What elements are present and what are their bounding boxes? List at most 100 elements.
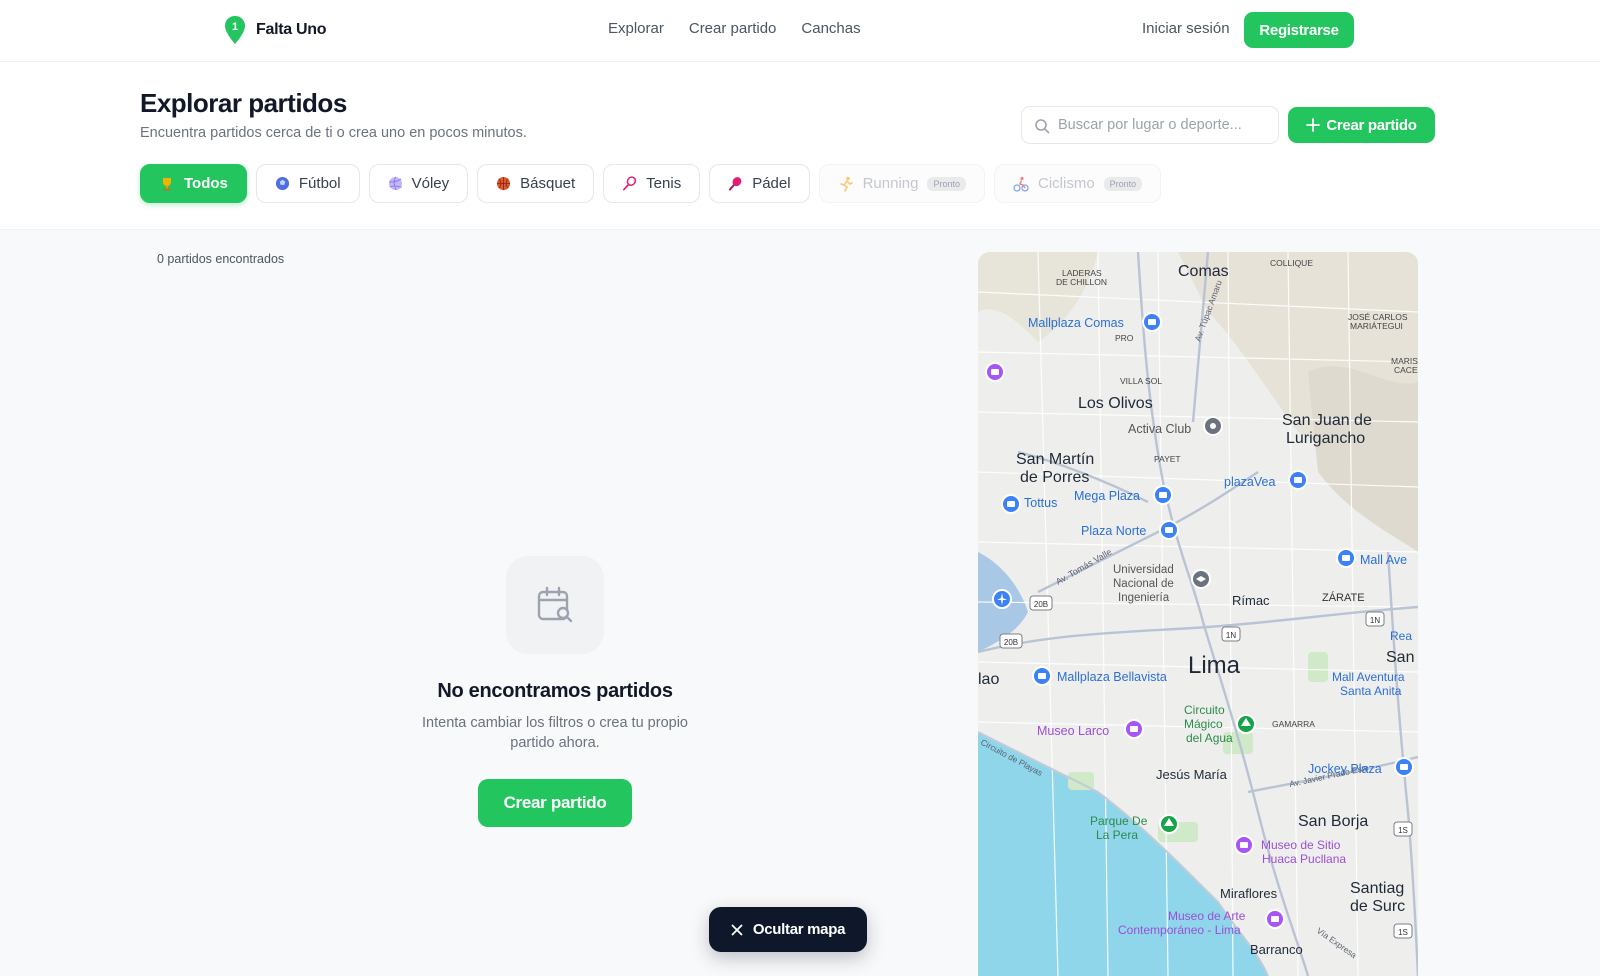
shopping-marker-icon [1142, 312, 1162, 332]
empty-title: No encontramos partidos [437, 680, 673, 702]
login-link[interactable]: Iniciar sesión [1142, 20, 1230, 37]
filter-label: Fútbol [298, 175, 341, 192]
map-poi-label: plazaVea [1224, 475, 1275, 489]
map-place-label: ZÁRATE [1322, 591, 1365, 604]
volleyball-icon [388, 176, 402, 191]
create-match-label: Crear partido [1326, 116, 1417, 134]
top-navbar: 1 Falta Uno Explorar Crear partido Canch… [0, 0, 1600, 62]
runner-icon [839, 176, 853, 192]
map-place-label: Santiag [1350, 880, 1404, 897]
nav-link-explorar[interactable]: Explorar [608, 20, 664, 37]
register-button[interactable]: Registrarse [1244, 12, 1354, 48]
route-shield-1s: 1S [1398, 826, 1408, 835]
map-place-label: Comas [1178, 263, 1229, 280]
park-marker-icon [1159, 814, 1179, 834]
map-poi-label: Mallplaza Bellavista [1057, 670, 1167, 684]
map-place-label: PAYET [1154, 454, 1181, 464]
filter-label: Running [862, 175, 919, 192]
airport-marker-icon [992, 589, 1012, 609]
create-match-button-header[interactable]: Crear partido [1288, 107, 1435, 143]
map-poi-label: Mall Ave [1360, 553, 1407, 567]
tennis-racket-icon [623, 176, 637, 191]
map-poi-label: Plaza Norte [1081, 524, 1146, 538]
padel-icon [729, 177, 742, 191]
plus-icon [1306, 118, 1321, 132]
results-count: 0 partidos encontrados [157, 252, 285, 266]
matches-map[interactable]: 20B 20B 1N 1N 1S 1S Av. Tomás Valle Av. … [978, 252, 1418, 976]
map-place-label: Museo de Arte [1168, 909, 1246, 923]
map-poi-label: Jockey Plaza [1308, 762, 1382, 776]
map-place-label: Mall Aventura [1332, 670, 1405, 684]
search-box [1021, 106, 1279, 144]
museum-marker-icon [1234, 835, 1254, 855]
filter-chip-todos[interactable]: Todos [140, 164, 247, 203]
map-place-label: Rímac [1232, 593, 1270, 608]
filter-label: Pádel [752, 175, 791, 192]
map-place-label: VILLA SOL [1120, 376, 1162, 386]
map-place-label: Miraflores [1220, 886, 1278, 901]
search-icon [1035, 119, 1050, 134]
map-place-label: PRO [1115, 333, 1134, 343]
map-place-label: San [1386, 649, 1414, 666]
park-marker-icon [1236, 714, 1256, 734]
map-place-label: DE CHILLON [1056, 277, 1107, 287]
filter-label: Todos [184, 175, 228, 192]
filter-chip-futbol[interactable]: Fútbol [255, 164, 360, 203]
brand-name: Falta Uno [256, 21, 327, 38]
filter-chip-ciclismo: Ciclismo Pronto [994, 164, 1162, 203]
map-poi-label: Mallplaza Comas [1028, 316, 1124, 330]
filter-chip-voley[interactable]: Vóley [368, 164, 469, 203]
hide-map-label: Ocultar mapa [752, 921, 846, 938]
filter-chip-padel[interactable]: Pádel [709, 164, 810, 203]
map-place-label: Rea [1390, 629, 1412, 643]
shopping-marker-icon [1336, 548, 1356, 568]
shopping-marker-icon [1394, 757, 1414, 777]
filter-chip-tenis[interactable]: Tenis [603, 164, 701, 203]
map-place-label: Parque De [1090, 814, 1148, 828]
page-subtitle: Encuentra partidos cerca de ti o crea un… [140, 125, 527, 141]
shopping-cart-marker-icon [1288, 470, 1308, 490]
university-marker-icon [1191, 569, 1211, 589]
page-header: Explorar partidos Encuentra partidos cer… [0, 62, 1600, 230]
hide-map-button[interactable]: Ocultar mapa [709, 907, 867, 952]
brand-logo[interactable]: 1 Falta Uno [224, 15, 327, 45]
gym-marker-icon [1203, 416, 1223, 436]
route-shield-20b: 20B [1034, 600, 1048, 609]
map-place-label: San Juan de [1282, 412, 1372, 429]
nav-link-canchas[interactable]: Canchas [801, 20, 860, 37]
soccer-ball-icon [275, 176, 289, 191]
map-place-label: Circuito [1184, 703, 1225, 717]
shopping-marker-icon [1032, 666, 1052, 686]
search-input[interactable] [1058, 107, 1268, 143]
basketball-icon [497, 176, 511, 191]
route-shield-1s-b: 1S [1398, 928, 1408, 937]
map-poi-label: Tottus [1024, 496, 1057, 510]
landmark-marker-icon [985, 362, 1005, 382]
map-place-label: La Pera [1096, 828, 1138, 842]
map-place-label: Lurigancho [1286, 430, 1365, 447]
filter-label: Tenis [646, 175, 682, 192]
map-place-label: GAMARRA [1272, 719, 1315, 729]
map-canvas[interactable]: 20B 20B 1N 1N 1S 1S Av. Tomás Valle Av. … [978, 252, 1418, 976]
page-title: Explorar partidos [140, 88, 347, 118]
empty-state: No encontramos partidos Intenta cambiar … [395, 556, 715, 827]
museum-marker-icon [1124, 719, 1144, 739]
filter-label: Básquet [520, 175, 576, 192]
main-nav: Explorar Crear partido Canchas [608, 20, 861, 37]
map-place-label: Santa Anita [1340, 684, 1402, 698]
map-place-label: Los Olivos [1078, 395, 1153, 412]
map-place-label: MARIÁTEGUI [1350, 321, 1403, 331]
sport-filters: Todos Fútbol Vóley Básquet Tenis Pádel R… [140, 164, 1162, 203]
shopping-marker-icon [1159, 520, 1179, 540]
map-place-label: Contemporáneo - Lima [1118, 923, 1241, 937]
map-place-label: Museo de Sitio [1261, 838, 1341, 852]
map-place-label: Lima [1188, 652, 1241, 679]
museum-marker-icon [1265, 909, 1285, 929]
create-match-button[interactable]: Crear partido [478, 779, 632, 827]
map-place-label: Universidad [1113, 564, 1174, 576]
nav-link-crear-partido[interactable]: Crear partido [689, 20, 777, 37]
filter-label: Vóley [411, 175, 450, 192]
map-place-label: Huaca Pucllana [1262, 852, 1346, 866]
filter-chip-basquet[interactable]: Básquet [477, 164, 595, 203]
map-poi-label: Activa Club [1128, 422, 1191, 436]
